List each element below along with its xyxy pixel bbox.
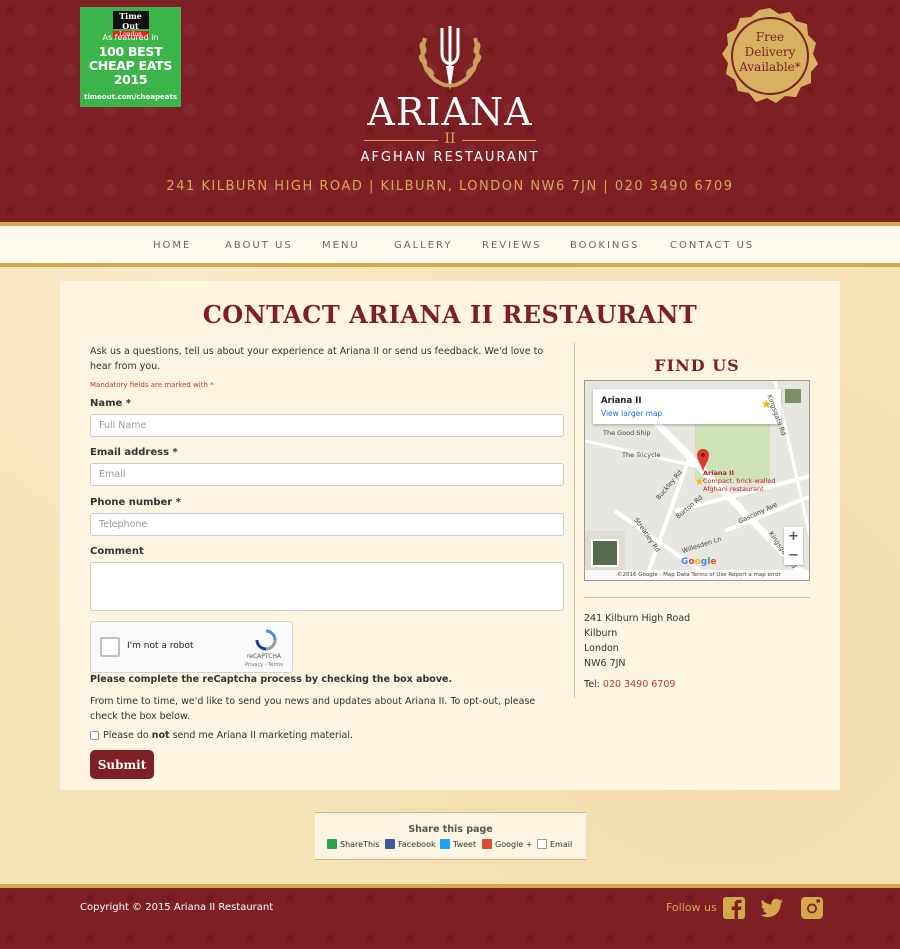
instagram-icon[interactable] [800, 896, 824, 920]
tel-label: Tel: [584, 679, 603, 690]
phone-label: Phone number * [90, 497, 181, 508]
share-label: Google + [495, 839, 533, 849]
captcha-warning: Please complete the reCaptcha process by… [90, 674, 453, 685]
column-divider [574, 343, 575, 698]
map-pin-desc-1: Compact, brick-walled [703, 477, 776, 485]
brand-subtitle: AFGHAN RESTAURANT [360, 150, 540, 165]
optout-label[interactable]: Please do not send me Ariana II marketin… [103, 730, 353, 741]
timeout-featured: As featured in [102, 33, 159, 42]
email-label: Email address * [90, 447, 178, 458]
zoom-in-icon[interactable]: + [784, 527, 803, 546]
share-tweet[interactable]: Tweet [440, 839, 476, 849]
mandatory-note: Mandatory fields are marked with * [90, 381, 214, 389]
recaptcha-widget: I'm not a robot reCAPTCHA Privacy - Term… [90, 621, 293, 673]
tel-link[interactable]: 020 3490 6709 [603, 679, 676, 690]
optout-text: From time to time, we'd like to send you… [90, 696, 536, 722]
brand-number: II [444, 131, 456, 147]
address-line-4: NW6 7JN [584, 658, 626, 669]
twitter-icon [440, 839, 450, 849]
address-line-1: 241 Kilburn High Road [584, 613, 691, 624]
map-pin-label: Ariana II Compact, brick-walled Afghani … [703, 469, 776, 493]
badge-line-2: Delivery [744, 45, 796, 59]
address-line-3: London [584, 643, 619, 654]
recaptcha-brand: reCAPTCHA [246, 653, 282, 660]
nav-gallery[interactable]: GALLERY [394, 240, 452, 251]
googleplus-icon [482, 839, 492, 849]
timeout-url: timeout.com/cheapeats [84, 93, 177, 101]
follow-us-label: Follow us [666, 901, 717, 914]
recaptcha-icon [255, 629, 277, 651]
optout-checkbox[interactable] [90, 731, 99, 740]
share-email[interactable]: Email [537, 839, 572, 849]
twitter-icon[interactable] [760, 896, 784, 920]
fork-wreath-logo-icon [418, 26, 482, 90]
find-us-divider [584, 597, 810, 598]
comment-field[interactable] [90, 562, 564, 611]
phone-field[interactable] [90, 513, 564, 536]
google-logo: Google [681, 557, 717, 567]
share-googleplus[interactable]: Google + [482, 839, 532, 849]
comment-label: Comment [90, 546, 144, 557]
optout-suffix: send me Ariana II marketing material. [169, 730, 354, 741]
intro-text: Ask us a questions, tell us about your e… [90, 346, 544, 372]
map-label: The Good Ship [603, 429, 651, 437]
view-larger-map-link[interactable]: View larger map [601, 409, 662, 418]
email-icon [537, 839, 547, 849]
badge-line-3: Available* [739, 60, 801, 74]
optout-bold: not [151, 730, 170, 741]
share-label: Tweet [453, 839, 477, 849]
share-facebook[interactable]: Facebook [385, 839, 436, 849]
name-label: Name * [90, 398, 132, 409]
map-pin-name: Ariana II [703, 469, 734, 477]
recaptcha-label: I'm not a robot [127, 641, 194, 651]
telephone: Tel: 020 3490 6709 [584, 679, 675, 690]
map-place-name: Ariana II [601, 396, 642, 406]
brand-name: ARIANA [367, 90, 533, 134]
satellite-toggle[interactable] [591, 539, 619, 567]
page-title: CONTACT ARIANA II RESTAURANT [202, 300, 698, 329]
map-label: The Tricycle [622, 451, 661, 459]
nav-contact-us[interactable]: CONTACT US [670, 240, 754, 251]
nav-home[interactable]: HOME [153, 240, 191, 251]
timeout-badge[interactable]: Time Out London As featured in 100 BEST … [80, 7, 181, 107]
nav-bookings[interactable]: BOOKINGS [570, 240, 640, 251]
recaptcha-checkbox[interactable] [100, 637, 120, 657]
share-box: Share this page ShareThis Facebook Tweet… [315, 812, 586, 860]
header-address: 241 KILBURN HIGH ROAD | KILBURN, LONDON … [166, 179, 734, 194]
find-us-title: FIND US [654, 356, 740, 375]
share-label: Email [550, 839, 573, 849]
timeout-logo-text: Time Out [119, 11, 142, 31]
nav-menu[interactable]: MENU [322, 240, 360, 251]
share-title: Share this page [408, 824, 493, 835]
timeout-headline: 100 BEST CHEAP EATS 2015 [88, 44, 173, 87]
submit-button[interactable]: Submit [90, 750, 154, 779]
facebook-icon [385, 839, 395, 849]
recaptcha-terms[interactable]: Privacy - Terms [239, 662, 289, 668]
google-map[interactable]: ★ Ariana II View larger map ★ The Good S… [584, 380, 810, 581]
brand-divider-right [462, 140, 536, 141]
optout-prefix: Please do [103, 730, 152, 741]
name-field[interactable] [90, 414, 564, 437]
timeout-logo: Time Out London [112, 11, 149, 38]
address-line-2: Kilburn [584, 628, 618, 639]
map-pin-desc-2: Afghani restaurant [703, 485, 764, 493]
nav-about-us[interactable]: ABOUT US [225, 240, 293, 251]
badge-line-1: Free [755, 30, 785, 44]
share-label: ShareThis [340, 839, 380, 849]
facebook-icon[interactable] [722, 896, 746, 920]
share-label: Facebook [398, 839, 436, 849]
brand-divider-left [364, 140, 438, 141]
email-field[interactable] [90, 463, 564, 486]
map-zoom-controls: + − [784, 527, 803, 565]
zoom-out-icon[interactable]: − [784, 546, 803, 565]
main-nav: HOME ABOUT US MENU GALLERY REVIEWS BOOKI… [0, 222, 900, 267]
share-sharethis[interactable]: ShareThis [327, 839, 379, 849]
map-footer: ©2016 Google - Map Data Terms of Use Rep… [585, 570, 809, 580]
sharethis-icon [327, 839, 337, 849]
nav-reviews[interactable]: REVIEWS [482, 240, 542, 251]
copyright: Copyright © 2015 Ariana II Restaurant [80, 902, 274, 913]
map-info-card: Ariana II View larger map ★ [593, 389, 781, 424]
delivery-badge: Free Delivery Available* [719, 30, 821, 75]
